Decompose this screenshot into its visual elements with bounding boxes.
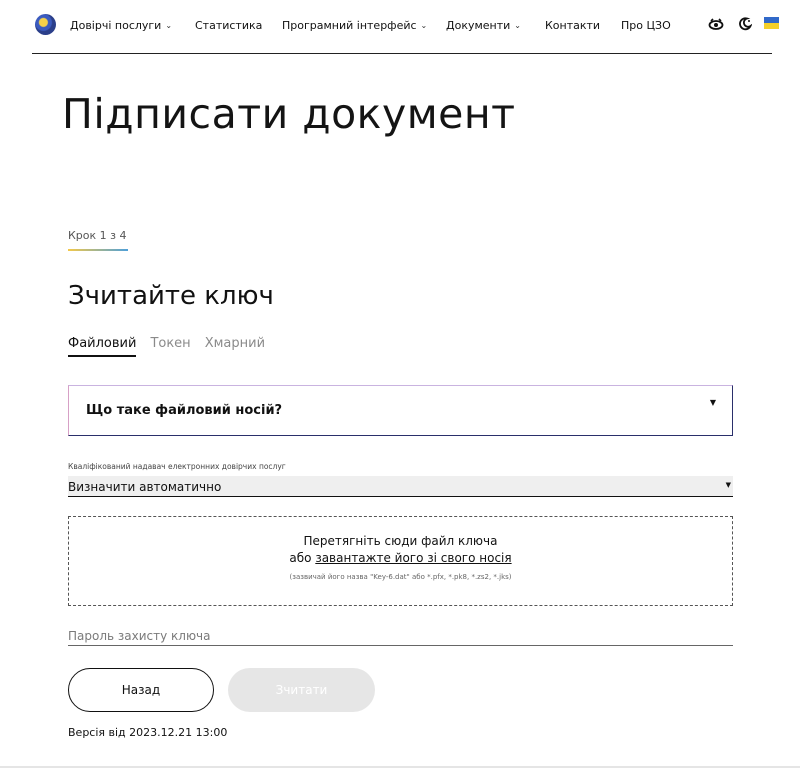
provider-select[interactable]: Визначити автоматично ▼ — [68, 476, 733, 497]
chevron-down-icon: ⌄ — [165, 21, 173, 30]
key-type-tabs: Файловий Токен Хмарний — [68, 336, 265, 357]
dropzone-upload-line: або завантажте його зі свого носія — [69, 551, 732, 565]
nav-api-label: Програмний інтерфейс — [282, 19, 417, 32]
dark-mode-icon[interactable] — [736, 15, 754, 33]
nav-about-label: Про ЦЗО — [621, 19, 671, 32]
nav-contacts-label: Контакти — [545, 19, 601, 32]
nav-statistics-label: Статистика — [195, 19, 263, 32]
back-button[interactable]: Назад — [68, 668, 214, 712]
nav-statistics[interactable]: Статистика — [195, 19, 262, 32]
step-progress-bar — [68, 249, 128, 251]
nav-trust-services-label: Довірчі послуги — [70, 19, 162, 32]
key-file-dropzone[interactable]: Перетягніть сюди файл ключа або завантаж… — [68, 516, 733, 606]
nav-trust-services[interactable]: Довірчі послуги ⌄ — [70, 19, 172, 32]
dropzone-instruction: Перетягніть сюди файл ключа — [303, 534, 498, 548]
nav-about[interactable]: Про ЦЗО — [621, 19, 671, 32]
read-key-button[interactable]: Зчитати — [228, 668, 375, 712]
nav-documents-label: Документи — [446, 19, 511, 32]
tab-file[interactable]: Файловий — [68, 336, 137, 357]
accordion-label: Що таке файловий носій? — [86, 403, 283, 418]
ukraine-flag-icon[interactable] — [764, 17, 779, 29]
upload-from-device-link[interactable]: завантажте його зі свого носія — [315, 551, 511, 565]
czo-logo-icon[interactable] — [35, 14, 56, 35]
chevron-down-icon: ⌄ — [420, 21, 428, 30]
low-vision-icon[interactable] — [707, 15, 725, 33]
caret-down-icon: ▼ — [709, 398, 716, 407]
step-indicator: Крок 1 з 4 — [68, 229, 127, 242]
nav-contacts[interactable]: Контакти — [545, 19, 600, 32]
caret-down-icon: ▼ — [725, 481, 731, 489]
dropzone-file-hint: (зазвичай його назва "Key-6.dat" або *.p… — [289, 573, 512, 581]
nav-api[interactable]: Програмний інтерфейс ⌄ — [282, 19, 427, 32]
top-navigation: Довірчі послуги ⌄ Статистика Програмний … — [0, 0, 800, 54]
header-divider — [32, 53, 772, 54]
file-carrier-accordion[interactable]: Що таке файловий носій? ▼ — [68, 385, 733, 436]
nav-documents[interactable]: Документи ⌄ — [446, 19, 521, 32]
provider-selected-value: Визначити автоматично — [68, 480, 222, 494]
key-password-input[interactable] — [68, 626, 733, 646]
tab-token[interactable]: Токен — [150, 336, 190, 357]
chevron-down-icon: ⌄ — [514, 21, 521, 30]
provider-label: Кваліфікований надавач електронних довір… — [68, 462, 286, 471]
dropzone-upload-prefix: або — [289, 551, 316, 565]
version-info: Версія від 2023.12.21 13:00 — [68, 726, 228, 739]
section-title: Зчитайте ключ — [68, 281, 274, 311]
page-title: Підписати документ — [62, 90, 516, 138]
tab-cloud[interactable]: Хмарний — [205, 336, 265, 357]
